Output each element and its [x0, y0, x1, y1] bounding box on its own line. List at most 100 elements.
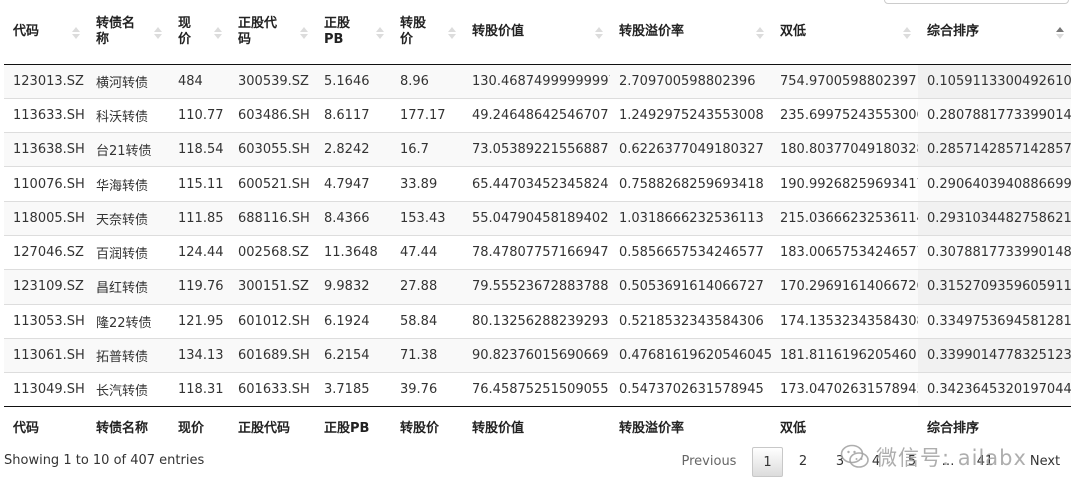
page-button[interactable]: 5	[897, 447, 927, 477]
column-header-code[interactable]: 代码	[4, 0, 87, 65]
table-cell: 33.89	[391, 166, 463, 202]
table-cell: 0.6226377049180327	[610, 132, 771, 167]
table-cell: 0.31527093596059114	[918, 269, 1071, 305]
table-cell: 71.38	[391, 337, 463, 373]
table-row[interactable]: 113633.SH 科沃转债 110.77 603486.SH 8.6117 177.17…	[4, 97, 1071, 133]
sort-icon	[214, 27, 222, 39]
column-header-conversion-price[interactable]: 转股价	[391, 0, 463, 65]
table-cell: 603055.SH	[229, 132, 315, 167]
table-cell: 215.03666232536114	[771, 200, 918, 236]
table-cell: 601689.SH	[229, 337, 315, 373]
table-row[interactable]: 113061.SH 拓普转债 134.13 601689.SH 6.2154 71.38 9…	[4, 337, 1071, 373]
sort-icon	[903, 27, 911, 39]
table-cell: 113061.SH	[4, 337, 87, 373]
table-cell: 0.5856657534246577	[610, 234, 771, 270]
page-button[interactable]: 2	[788, 447, 818, 477]
table-cell: 8.4366	[315, 200, 391, 236]
table-cell: 601633.SH	[229, 372, 315, 407]
sort-icon	[595, 27, 603, 39]
column-header-bond-name[interactable]: 转债名称	[87, 0, 169, 65]
page-button[interactable]: 3	[825, 447, 855, 477]
table-body: 123013.SZ 横河转债 484 300539.SZ 5.1646 8.96 130.4…	[4, 63, 1071, 407]
table-cell: 3.7185	[315, 372, 391, 407]
table-cell: 0.3078817733990148	[918, 234, 1071, 270]
table-row[interactable]: 113053.SH 隆22转债 121.95 601012.SH 6.1924 58.84…	[4, 303, 1071, 339]
sort-icon	[376, 27, 384, 39]
table-cell: 9.9832	[315, 269, 391, 305]
column-header-overall-rank[interactable]: 综合排序	[918, 0, 1071, 65]
table-cell: 170.29691614066726	[771, 269, 918, 305]
table-cell: 113638.SH	[4, 132, 87, 167]
column-header-conversion-value[interactable]: 转股价值	[463, 0, 610, 65]
table-cell: 拓普转债	[87, 337, 169, 373]
table-row[interactable]: 127046.SZ 百润转债 124.44 002568.SZ 11.3648 47.44…	[4, 234, 1071, 270]
table-cell: 横河转债	[87, 63, 169, 99]
table-cell: 科沃转债	[87, 97, 169, 133]
next-button[interactable]: Next	[1022, 447, 1068, 477]
table-row[interactable]: 123013.SZ 横河转债 484 300539.SZ 5.1646 8.96 130.4…	[4, 63, 1071, 99]
table-cell: 300539.SZ	[229, 63, 315, 99]
column-header-price[interactable]: 现价	[169, 0, 229, 65]
page-button[interactable]: 41	[970, 447, 1000, 477]
table-cell: 台21转债	[87, 132, 169, 167]
table-cell: 90.82376015690669	[463, 337, 610, 373]
table-cell: 601012.SH	[229, 303, 315, 339]
table-cell: 181.8116196205460	[771, 337, 918, 373]
table-cell: 1.2492975243553008	[610, 97, 771, 133]
bond-table: 代码 转债名称 现价 正股代码 正股 PB 转股价 转股价值 转股溢价率 双低 综…	[4, 0, 1071, 445]
footer-header: 转股价值	[463, 406, 610, 445]
table-cell: 0.3423645320197044	[918, 372, 1071, 407]
column-header-double-low[interactable]: 双低	[771, 0, 918, 65]
table-cell: 123013.SZ	[4, 63, 87, 99]
previous-button[interactable]: Previous	[678, 447, 740, 477]
table-cell: 79.55523672883788	[463, 269, 610, 305]
table-cell: 百润转债	[87, 234, 169, 270]
table-cell: 121.95	[169, 303, 229, 339]
table-cell: 113633.SH	[4, 97, 87, 133]
table-cell: 4.7947	[315, 166, 391, 202]
page-button[interactable]: 4	[861, 447, 891, 477]
table-row[interactable]: 113638.SH 台21转债 118.54 603055.SH 2.8242 16.7 7…	[4, 132, 1071, 167]
table-cell: 昌红转债	[87, 269, 169, 305]
table-cell: 127046.SZ	[4, 234, 87, 270]
table-row[interactable]: 118005.SH 天奈转债 111.85 688116.SH 8.4366 153.43…	[4, 200, 1071, 236]
table-cell: 6.2154	[315, 337, 391, 373]
header-row: 代码 转债名称 现价 正股代码 正股 PB 转股价 转股价值 转股溢价率 双低 综…	[4, 0, 1071, 65]
footer-header: 正股代码	[229, 406, 315, 445]
table-cell: 27.88	[391, 269, 463, 305]
table-cell: 118005.SH	[4, 200, 87, 236]
table-row[interactable]: 113049.SH 长汽转债 118.31 601633.SH 3.7185 39.76 7…	[4, 372, 1071, 407]
footer-header: 转债名称	[87, 406, 169, 445]
table-cell: 0.5053691614066727	[610, 269, 771, 305]
table-cell: 16.7	[391, 132, 463, 167]
table-cell: 153.43	[391, 200, 463, 236]
table-cell: 58.84	[391, 303, 463, 339]
column-header-stock-code[interactable]: 正股代码	[229, 0, 315, 65]
sort-icon	[300, 27, 308, 39]
table-cell: 603486.SH	[229, 97, 315, 133]
table-cell: 78.47807757166947	[463, 234, 610, 270]
sort-icon	[154, 27, 162, 39]
table-cell: 180.80377049180328	[771, 132, 918, 167]
page-ellipsis: …	[941, 454, 955, 469]
table-cell: 130.46874999999997	[463, 63, 610, 99]
column-header-stock-pb[interactable]: 正股 PB	[315, 0, 391, 65]
column-header-premium-rate[interactable]: 转股溢价率	[610, 0, 771, 65]
table-cell: 134.13	[169, 337, 229, 373]
table-cell: 118.31	[169, 372, 229, 407]
sort-icon	[756, 27, 764, 39]
table-row[interactable]: 123109.SZ 昌红转债 119.76 300151.SZ 9.9832 27.88 7…	[4, 269, 1071, 305]
table-row[interactable]: 110076.SH 华海转债 115.11 600521.SH 4.7947 33.89 6…	[4, 166, 1071, 202]
table-cell: 174.13532343584308	[771, 303, 918, 339]
footer-header: 正股PB	[315, 406, 391, 445]
page-button-current[interactable]: 1	[752, 447, 783, 477]
table-cell: 76.45875251509055	[463, 372, 610, 407]
table-cell: 484	[169, 63, 229, 99]
sort-icon	[72, 27, 80, 39]
table-cell: 0.33990147783251234	[918, 337, 1071, 373]
table-cell: 2.709700598802396	[610, 63, 771, 99]
table-cell: 0.7588268259693418	[610, 166, 771, 202]
table-cell: 113049.SH	[4, 372, 87, 407]
table-cell: 天奈转债	[87, 200, 169, 236]
table-cell: 65.44703452345824	[463, 166, 610, 202]
